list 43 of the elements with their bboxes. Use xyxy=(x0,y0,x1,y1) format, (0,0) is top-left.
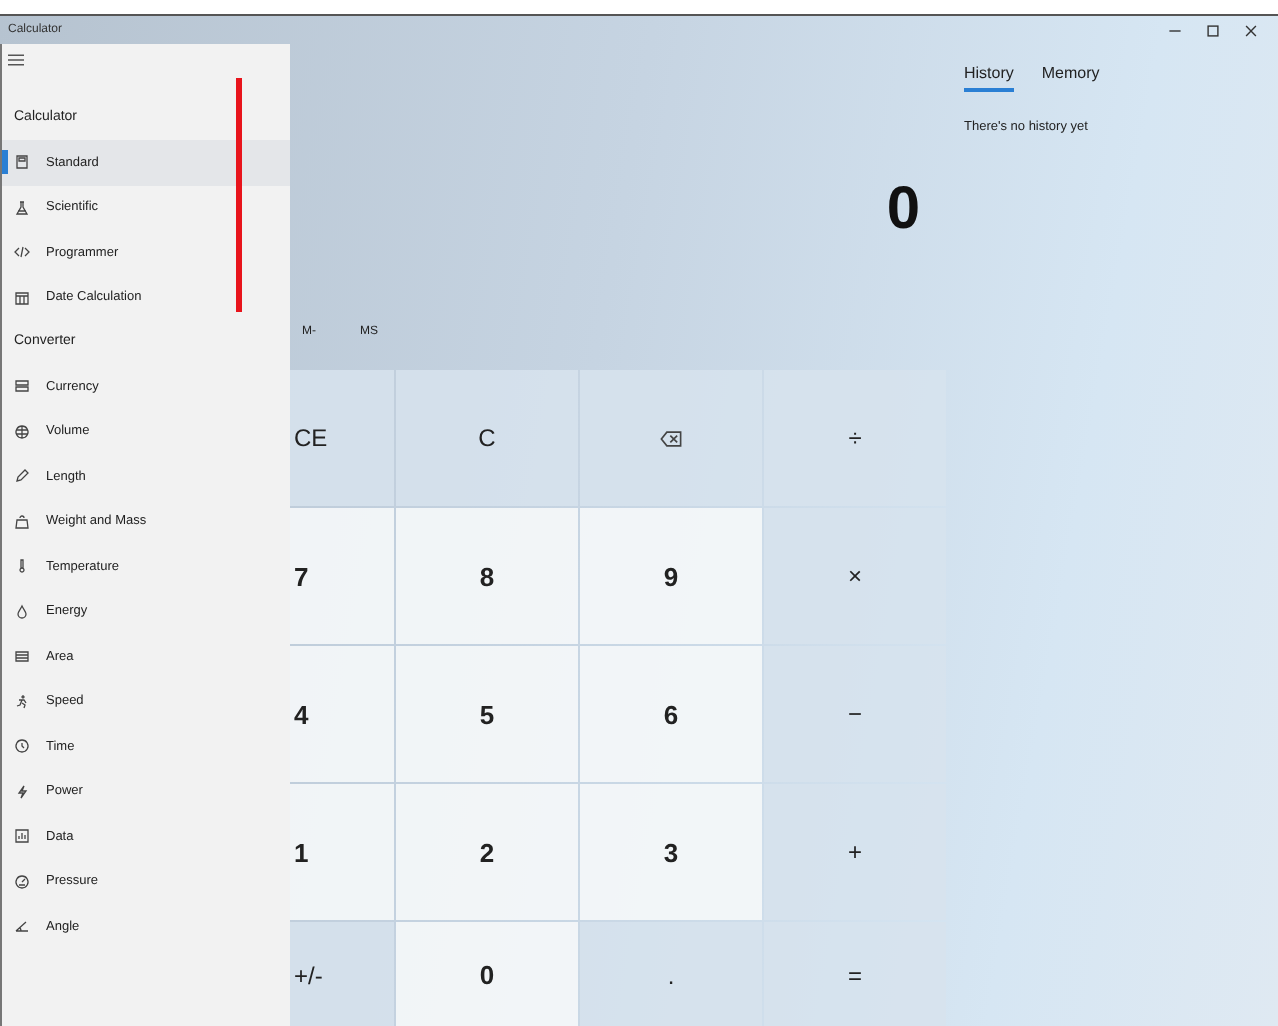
digit-key[interactable]: 9 xyxy=(580,508,762,644)
chart-icon xyxy=(14,828,30,845)
operator-key[interactable]: = xyxy=(764,922,946,1026)
operator-key[interactable]: C xyxy=(396,370,578,506)
digit-key[interactable]: 1 xyxy=(290,784,394,920)
digit-key[interactable]: 8 xyxy=(396,508,578,644)
flask-icon xyxy=(14,199,30,216)
operator-key[interactable]: CE xyxy=(290,370,394,506)
clock-icon xyxy=(14,738,30,755)
pencil-icon xyxy=(14,468,30,485)
history-tab[interactable]: Memory xyxy=(1041,64,1100,92)
close-icon[interactable] xyxy=(1244,23,1258,37)
maximize-icon[interactable] xyxy=(1206,23,1220,37)
weight-icon xyxy=(14,513,30,530)
digit-key[interactable]: 4 xyxy=(290,646,394,782)
digit-key[interactable]: 5 xyxy=(396,646,578,782)
operator-key[interactable]: − xyxy=(764,646,946,782)
code-icon xyxy=(14,244,30,261)
digit-key[interactable]: 2 xyxy=(396,784,578,920)
result-display: 0 xyxy=(886,176,920,244)
lightning-icon xyxy=(14,783,30,800)
grid-icon xyxy=(14,648,30,665)
digit-key[interactable]: 7 xyxy=(290,508,394,644)
operator-key[interactable]: . xyxy=(580,922,762,1026)
digit-key[interactable]: 0 xyxy=(396,922,578,1026)
runner-icon xyxy=(14,693,30,710)
operator-key[interactable]: × xyxy=(764,508,946,644)
digit-key[interactable]: 3 xyxy=(580,784,762,920)
menu-icon[interactable] xyxy=(6,52,26,68)
angle-icon xyxy=(14,918,30,935)
calendar-icon xyxy=(14,289,30,306)
calculator-icon xyxy=(14,154,30,171)
operator-key[interactable]: ÷ xyxy=(764,370,946,506)
backspace-icon xyxy=(660,429,682,447)
stack-icon xyxy=(14,378,30,395)
operator-key[interactable]: +/- xyxy=(290,922,394,1026)
drop-icon xyxy=(14,603,30,620)
operator-key[interactable]: + xyxy=(764,784,946,920)
globe-icon xyxy=(14,423,30,440)
thermometer-icon xyxy=(14,558,30,575)
digit-key[interactable]: 6 xyxy=(580,646,762,782)
history-tab[interactable]: History xyxy=(964,64,1014,92)
gauge-icon xyxy=(14,873,30,890)
